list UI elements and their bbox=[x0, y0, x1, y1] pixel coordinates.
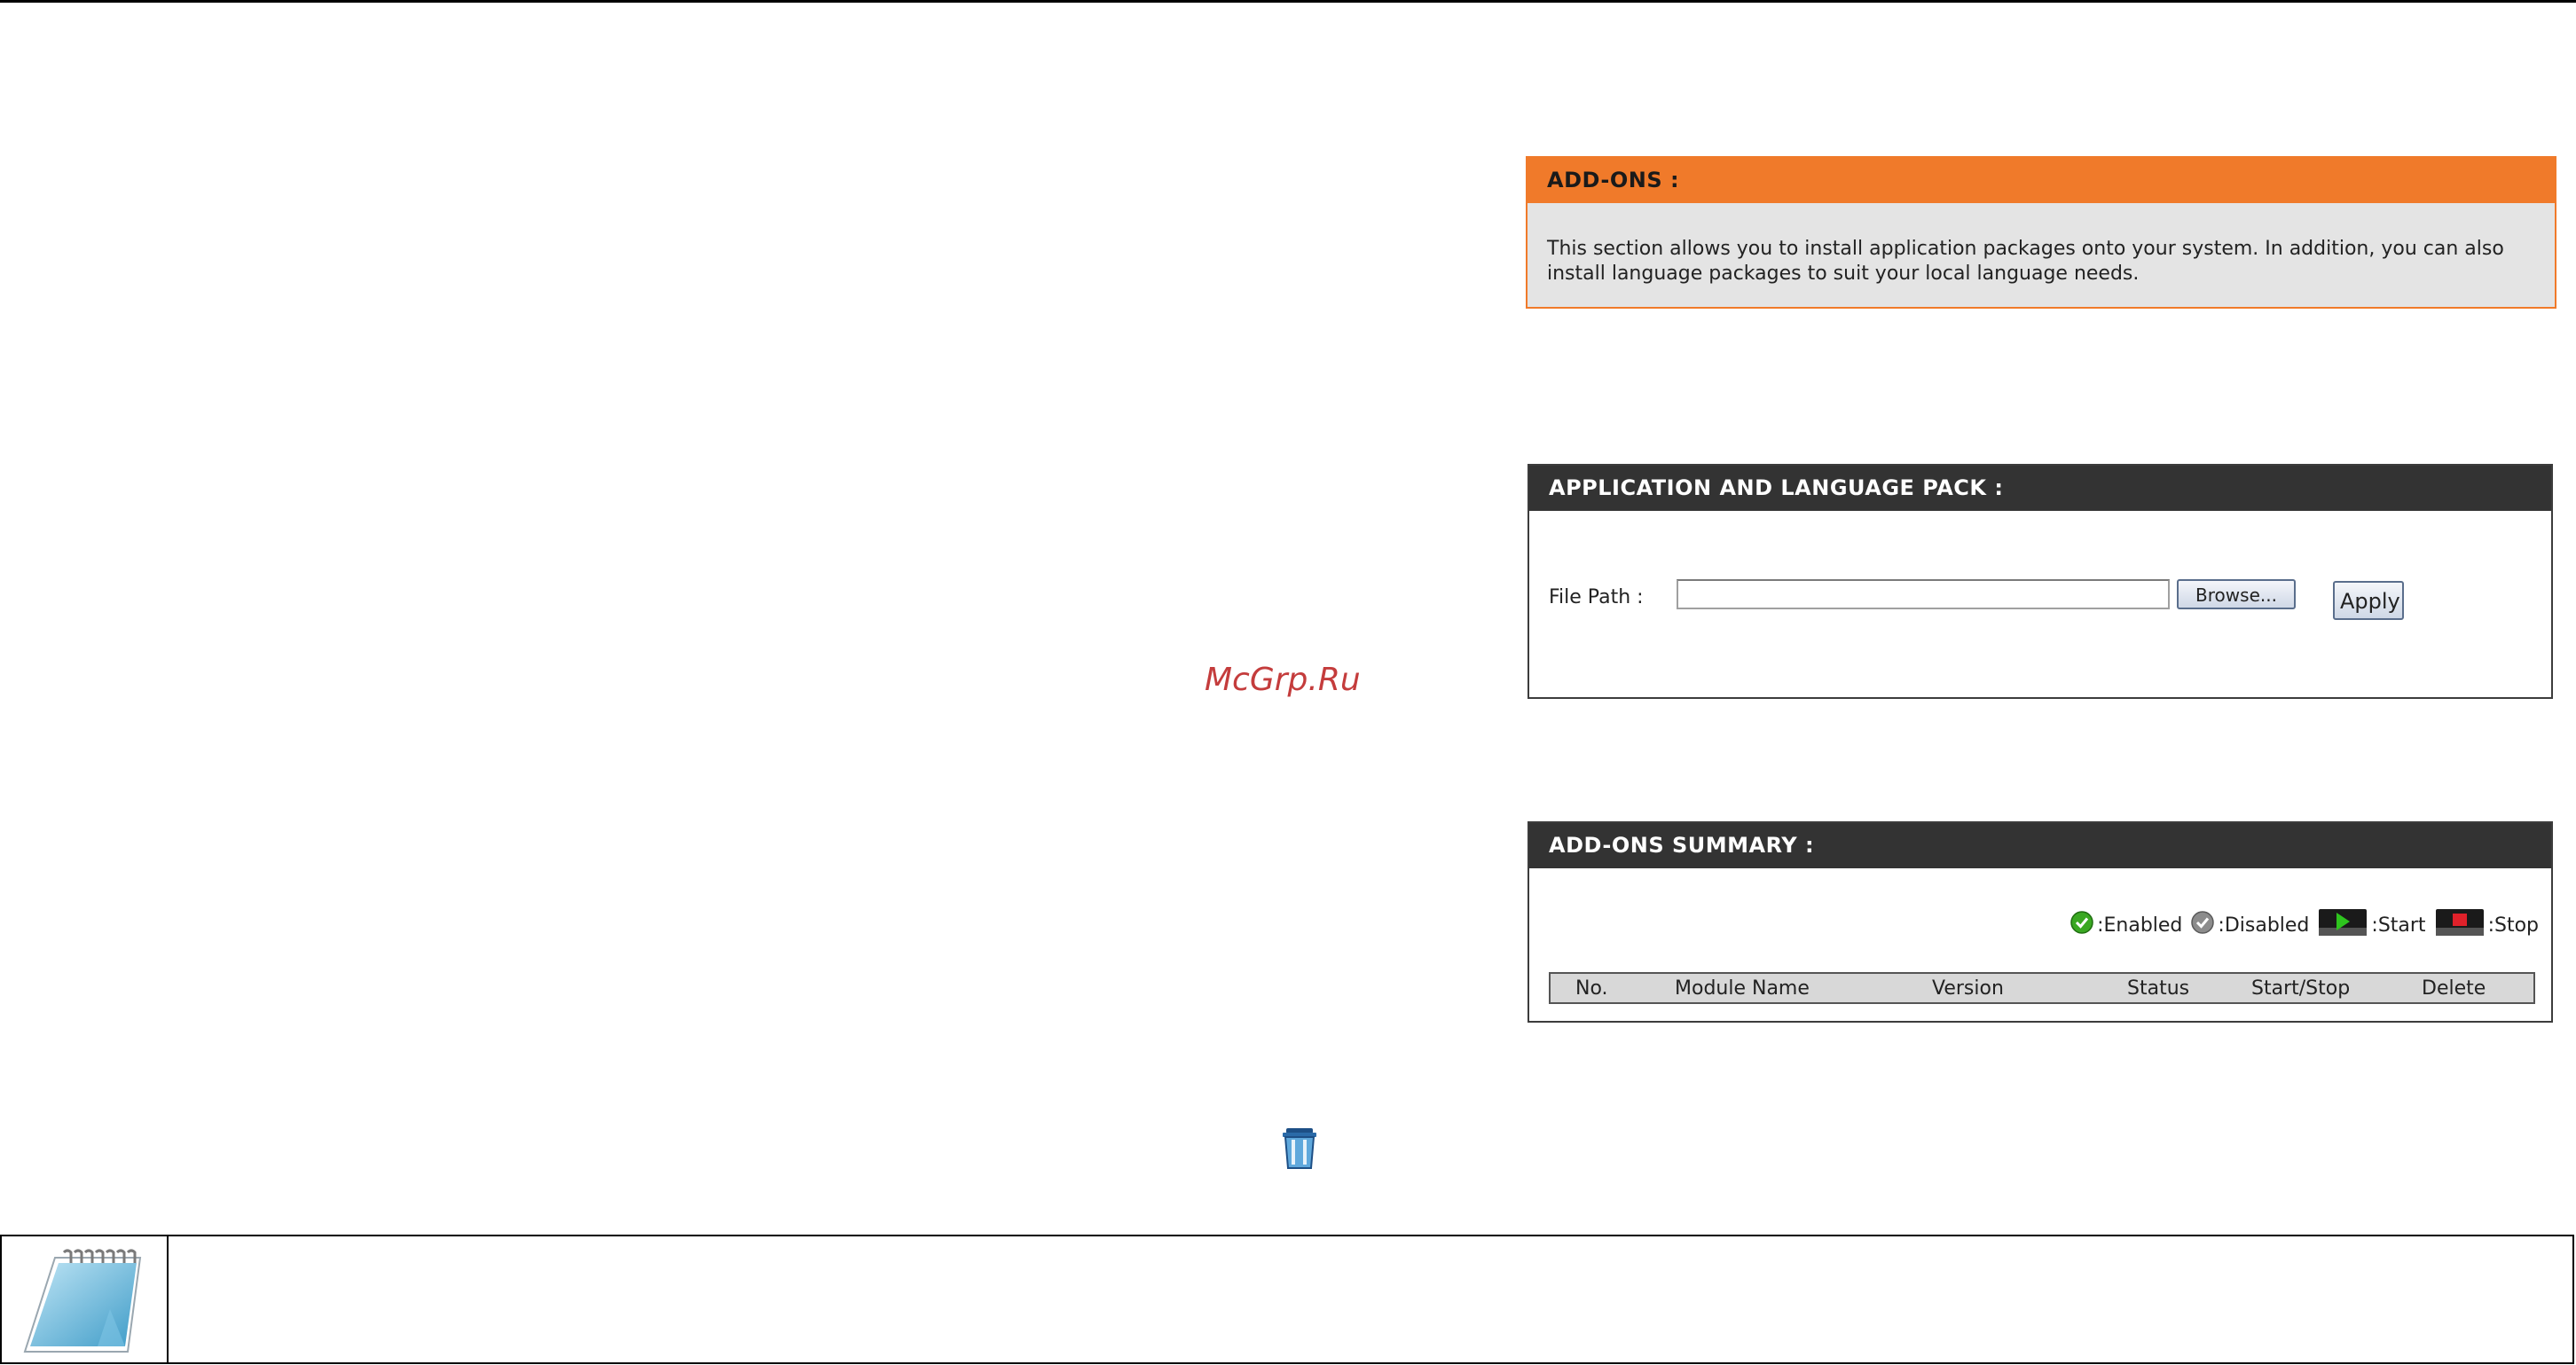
top-rule bbox=[0, 0, 2576, 3]
check-circle-gray-icon bbox=[2191, 911, 2215, 939]
browse-button[interactable]: Browse... bbox=[2177, 579, 2296, 609]
addons-summary-panel: ADD-ONS SUMMARY : :Enabled :Disabled:St… bbox=[1528, 821, 2553, 1023]
addons-panel-title: ADD-ONS : bbox=[1528, 158, 2555, 203]
check-circle-green-icon bbox=[2070, 911, 2093, 939]
trash-icon[interactable] bbox=[1279, 1126, 1320, 1174]
notepad-icon bbox=[18, 1247, 151, 1364]
legend-stop-label: :Stop bbox=[2487, 914, 2539, 937]
status-legend: :Enabled :Disabled :Start:Stop bbox=[2062, 908, 2539, 942]
stop-icon bbox=[2435, 908, 2485, 942]
column-header-delete: Delete bbox=[2422, 977, 2486, 1000]
column-header-status: Status bbox=[2127, 977, 2190, 1000]
file-path-input[interactable] bbox=[1677, 579, 2170, 609]
column-header-version: Version bbox=[1932, 977, 2004, 1000]
legend-start-label: :Start bbox=[2371, 914, 2426, 937]
watermark: McGrp.Ru bbox=[1205, 662, 1361, 698]
column-header-no: No. bbox=[1575, 977, 1608, 1000]
language-pack-panel-title: APPLICATION AND LANGUAGE PACK : bbox=[1529, 466, 2551, 511]
legend-disabled-label: :Disabled bbox=[2218, 914, 2310, 937]
addons-summary-title: ADD-ONS SUMMARY : bbox=[1529, 823, 2551, 868]
legend-enabled-label: :Enabled bbox=[2097, 914, 2183, 937]
file-path-label: File Path : bbox=[1549, 586, 1644, 608]
note-box bbox=[0, 1235, 2574, 1364]
apply-button[interactable]: Apply bbox=[2333, 581, 2404, 620]
legend-enabled: :Enabled bbox=[2070, 911, 2182, 939]
column-header-module-name: Module Name bbox=[1675, 977, 1810, 1000]
legend-stop: :Stop bbox=[2435, 908, 2539, 942]
addons-info-panel: ADD-ONS : This section allows you to ins… bbox=[1526, 156, 2556, 309]
note-divider bbox=[167, 1236, 169, 1364]
play-icon bbox=[2318, 908, 2368, 942]
legend-disabled: :Disabled bbox=[2191, 911, 2309, 939]
addons-description: This section allows you to install appli… bbox=[1528, 203, 2555, 286]
addons-description-line1: This section allows you to install appli… bbox=[1547, 238, 2504, 260]
legend-start: :Start bbox=[2318, 908, 2426, 942]
column-header-start-stop: Start/Stop bbox=[2251, 977, 2351, 1000]
addons-summary-table-header: No. Module Name Version Status Start/Sto… bbox=[1549, 972, 2535, 1004]
addons-description-line2: install language packages to suit your l… bbox=[1547, 263, 2140, 285]
language-pack-panel: APPLICATION AND LANGUAGE PACK : File Pat… bbox=[1528, 464, 2553, 699]
